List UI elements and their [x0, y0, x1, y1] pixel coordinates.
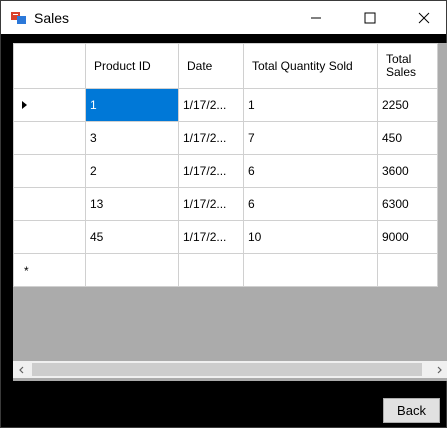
scroll-left-button[interactable]: [13, 361, 30, 378]
back-button[interactable]: Back: [383, 398, 440, 423]
row-header[interactable]: [13, 187, 86, 221]
cell-product-id[interactable]: 2: [85, 154, 179, 188]
chevron-left-icon: [18, 366, 23, 373]
row-header[interactable]: [13, 220, 86, 254]
cell-product-id[interactable]: 3: [85, 121, 179, 155]
table-row[interactable]: 3 1/17/2... 7 450: [13, 121, 438, 155]
cell-total-quantity[interactable]: 6: [243, 187, 378, 221]
table-row[interactable]: 13 1/17/2... 6 6300: [13, 187, 438, 221]
cell-total-sales[interactable]: [377, 253, 438, 287]
column-header-total-sales[interactable]: Total Sales: [377, 43, 438, 89]
cell-product-id[interactable]: 45: [85, 220, 179, 254]
minimize-button[interactable]: [293, 1, 339, 34]
window-title: Sales: [34, 10, 70, 26]
sales-data-grid[interactable]: Product ID Date Total Quantity Sold Tota…: [13, 43, 447, 381]
cell-total-sales[interactable]: 3600: [377, 154, 438, 188]
cell-date[interactable]: 1/17/2...: [178, 220, 244, 254]
cell-total-sales[interactable]: 2250: [377, 88, 438, 122]
column-header-product-id[interactable]: Product ID: [85, 43, 179, 89]
row-header[interactable]: *: [13, 253, 86, 287]
maximize-icon: [364, 12, 376, 23]
minimize-icon: [311, 17, 321, 18]
row-header[interactable]: [13, 154, 86, 188]
cell-total-quantity[interactable]: 1: [243, 88, 378, 122]
chevron-right-icon: [437, 366, 442, 373]
sales-window: Sales Product ID Date Total Quantity Sol…: [0, 0, 447, 428]
new-row-marker: *: [24, 264, 29, 278]
current-row-arrow-icon: [22, 101, 27, 109]
new-row[interactable]: *: [13, 253, 438, 287]
scrollbar-thumb[interactable]: [32, 363, 422, 376]
row-header[interactable]: [13, 121, 86, 155]
cell-total-quantity[interactable]: 6: [243, 154, 378, 188]
cell-date[interactable]: 1/17/2...: [178, 121, 244, 155]
table-row[interactable]: 45 1/17/2... 10 9000: [13, 220, 438, 254]
cell-total-quantity[interactable]: 10: [243, 220, 378, 254]
row-header[interactable]: [13, 88, 86, 122]
header-row: Product ID Date Total Quantity Sold Tota…: [13, 43, 438, 89]
scroll-right-button[interactable]: [430, 361, 447, 378]
cell-date[interactable]: 1/17/2...: [178, 88, 244, 122]
cell-total-sales[interactable]: 450: [377, 121, 438, 155]
grid-table: Product ID Date Total Quantity Sold Tota…: [13, 43, 438, 287]
cell-date[interactable]: [178, 253, 244, 287]
cell-product-id[interactable]: 13: [85, 187, 179, 221]
cell-total-quantity[interactable]: 7: [243, 121, 378, 155]
column-header-date[interactable]: Date: [178, 43, 244, 89]
maximize-button[interactable]: [347, 1, 393, 34]
corner-header[interactable]: [13, 43, 86, 89]
title-bar[interactable]: Sales: [1, 1, 446, 34]
cell-total-quantity[interactable]: [243, 253, 378, 287]
close-button[interactable]: [401, 1, 447, 34]
windows-form-icon: [11, 12, 26, 24]
cell-product-id[interactable]: 1: [85, 88, 179, 122]
cell-product-id[interactable]: [85, 253, 179, 287]
cell-date[interactable]: 1/17/2...: [178, 187, 244, 221]
table-row[interactable]: 1 1/17/2... 1 2250: [13, 88, 438, 122]
column-header-total-quantity-sold[interactable]: Total Quantity Sold: [243, 43, 378, 89]
cell-total-sales[interactable]: 9000: [377, 220, 438, 254]
cell-total-sales[interactable]: 6300: [377, 187, 438, 221]
close-icon: [418, 12, 430, 23]
cell-date[interactable]: 1/17/2...: [178, 154, 244, 188]
horizontal-scrollbar[interactable]: [13, 361, 447, 378]
table-row[interactable]: 2 1/17/2... 6 3600: [13, 154, 438, 188]
